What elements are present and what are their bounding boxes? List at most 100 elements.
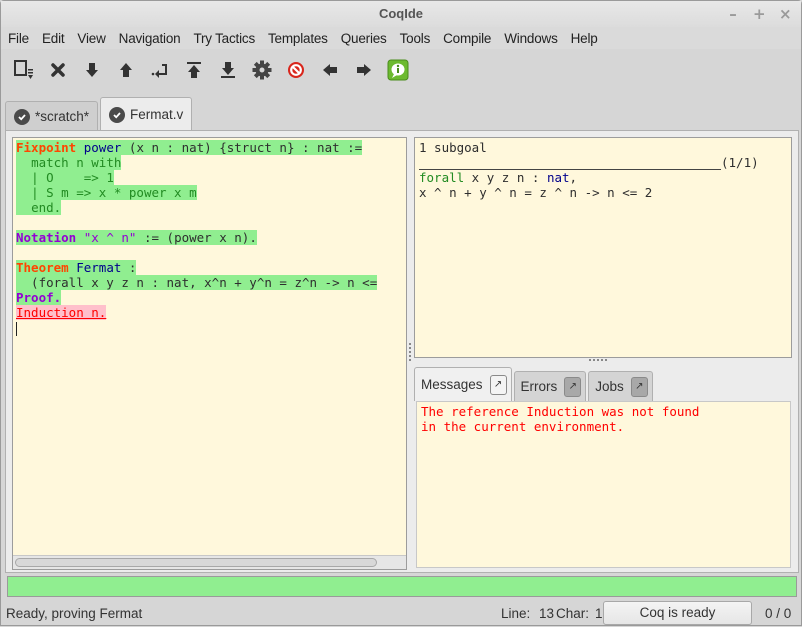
line-value: 13	[539, 606, 555, 621]
tab-scratch[interactable]: *scratch*	[5, 101, 99, 131]
arrow-left-icon	[323, 64, 337, 76]
previous-button[interactable]	[317, 57, 343, 83]
next-button[interactable]	[351, 57, 377, 83]
code-token: Induction n.	[16, 305, 107, 320]
code-line[interactable]: (forall x y z n : nat, x^n + y^n = z^n -…	[16, 275, 406, 290]
info-button[interactable]	[385, 57, 411, 83]
code-line[interactable]: end.	[16, 200, 406, 215]
coqide-window: CoqIde – + × File Edit View Navigation T…	[0, 0, 802, 626]
goal-binders: x y z n :	[464, 170, 547, 185]
code-line[interactable]: | S m => x * power x m	[16, 185, 406, 200]
arrow-down-icon	[86, 63, 98, 77]
code-line[interactable]: Fixpoint power (x n : nat) {struct n} : …	[16, 140, 406, 155]
tab-fermat[interactable]: Fermat.v	[100, 97, 193, 131]
goal-type: nat	[546, 170, 570, 185]
code-token: Proof.	[16, 290, 62, 305]
menu-file[interactable]: File	[8, 31, 29, 46]
go-to-cursor-button[interactable]	[147, 57, 173, 83]
cursor-line[interactable]	[16, 320, 406, 336]
detach-errors-button[interactable]: ↗	[564, 376, 582, 397]
char-label: Char:	[556, 606, 590, 621]
code-line[interactable]: Induction n.	[16, 305, 406, 320]
code-line[interactable]	[16, 245, 406, 260]
menu-help[interactable]: Help	[571, 31, 598, 46]
message-tabs: Messages ↗ Errors ↗ Jobs ↗	[414, 367, 655, 401]
coq-status-button[interactable]: Coq is ready	[603, 601, 752, 625]
detach-jobs-button[interactable]: ↗	[630, 376, 648, 397]
menu-bar: File Edit View Navigation Try Tactics Te…	[1, 27, 801, 49]
tab-messages[interactable]: Messages ↗	[414, 367, 512, 401]
tab-jobs[interactable]: Jobs ↗	[588, 371, 653, 401]
detach-icon: ↗	[635, 381, 644, 392]
go-to-cursor-icon	[151, 64, 167, 78]
menu-tools[interactable]: Tools	[400, 31, 431, 46]
close-icon	[51, 63, 65, 77]
menu-navigation[interactable]: Navigation	[119, 31, 181, 46]
code-token: (forall x y z n : nat, x^n + y^n = z^n -…	[16, 275, 378, 290]
code-token: Theorem	[16, 260, 69, 275]
check-circle-icon	[109, 106, 126, 123]
menu-templates[interactable]: Templates	[268, 31, 328, 46]
detach-icon: ↗	[493, 379, 503, 390]
close-file-button[interactable]	[45, 57, 71, 83]
arrow-right-icon	[357, 64, 371, 76]
goal-index: (1/1)	[721, 155, 759, 170]
title-bar[interactable]: CoqIde – + ×	[1, 1, 801, 27]
settings-button[interactable]	[249, 57, 275, 83]
script-editor[interactable]: Fixpoint power (x n : nat) {struct n} : …	[12, 137, 407, 570]
code-line[interactable]: Proof.	[16, 290, 406, 305]
progress-fill	[8, 577, 796, 596]
save-icon	[14, 60, 33, 79]
check-circle-icon	[14, 108, 30, 125]
goal-comma: ,	[569, 170, 578, 185]
go-to-end-button[interactable]	[215, 57, 241, 83]
menu-try-tactics[interactable]: Try Tactics	[193, 31, 255, 46]
subgoal-count: 1 subgoal	[419, 140, 487, 155]
horizontal-pane-splitter[interactable]	[589, 359, 619, 363]
interrupt-button[interactable]	[283, 57, 309, 83]
restart-button[interactable]	[181, 57, 207, 83]
tab-errors[interactable]: Errors ↗	[513, 371, 587, 401]
text-cursor	[16, 321, 17, 336]
backward-button[interactable]	[113, 57, 139, 83]
menu-edit[interactable]: Edit	[42, 31, 65, 46]
tab-label: Messages	[421, 377, 483, 392]
minimize-button[interactable]: –	[727, 5, 739, 23]
menu-windows[interactable]: Windows	[504, 31, 558, 46]
go-to-end-icon	[221, 62, 235, 78]
detach-icon: ↗	[568, 381, 577, 392]
detach-messages-button[interactable]: ↗	[489, 374, 507, 395]
vertical-pane-splitter[interactable]	[408, 341, 412, 367]
code-line[interactable]: Notation "x ^ n" := (power x n).	[16, 230, 406, 245]
code-line[interactable]	[16, 215, 406, 230]
code-area[interactable]: Fixpoint power (x n : nat) {struct n} : …	[13, 138, 406, 336]
tab-label: Errors	[520, 379, 558, 394]
close-window-button[interactable]: ×	[779, 5, 792, 23]
goal-keyword: forall	[419, 170, 465, 185]
goal-separator	[419, 157, 721, 170]
status-text: Ready, proving Fermat	[6, 606, 143, 621]
menu-compile[interactable]: Compile	[443, 31, 491, 46]
save-button[interactable]	[11, 57, 37, 83]
goal-statement: x ^ n + y ^ n = z ^ n -> n <= 2	[419, 185, 653, 200]
maximize-button[interactable]: +	[753, 5, 766, 23]
code-token: :	[121, 260, 137, 275]
tab-label: Fermat.v	[130, 107, 184, 122]
code-line[interactable]: | O => 1	[16, 170, 406, 185]
horizontal-scrollbar[interactable]	[13, 555, 406, 569]
menu-view[interactable]: View	[77, 31, 105, 46]
code-line[interactable]: Theorem Fermat :	[16, 260, 406, 275]
code-token: | S m => x * power x m	[31, 185, 197, 200]
goals-panel: 1 subgoal (1/1) forall x y z n : nat, x …	[414, 137, 792, 358]
stop-icon	[288, 62, 304, 78]
menu-queries[interactable]: Queries	[341, 31, 387, 46]
code-token: | O => 1	[31, 170, 114, 185]
code-token: match n with	[31, 155, 122, 170]
toolbar	[1, 49, 801, 91]
code-line[interactable]: match n with	[16, 155, 406, 170]
forward-button[interactable]	[79, 57, 105, 83]
scrollbar-thumb[interactable]	[15, 558, 377, 567]
